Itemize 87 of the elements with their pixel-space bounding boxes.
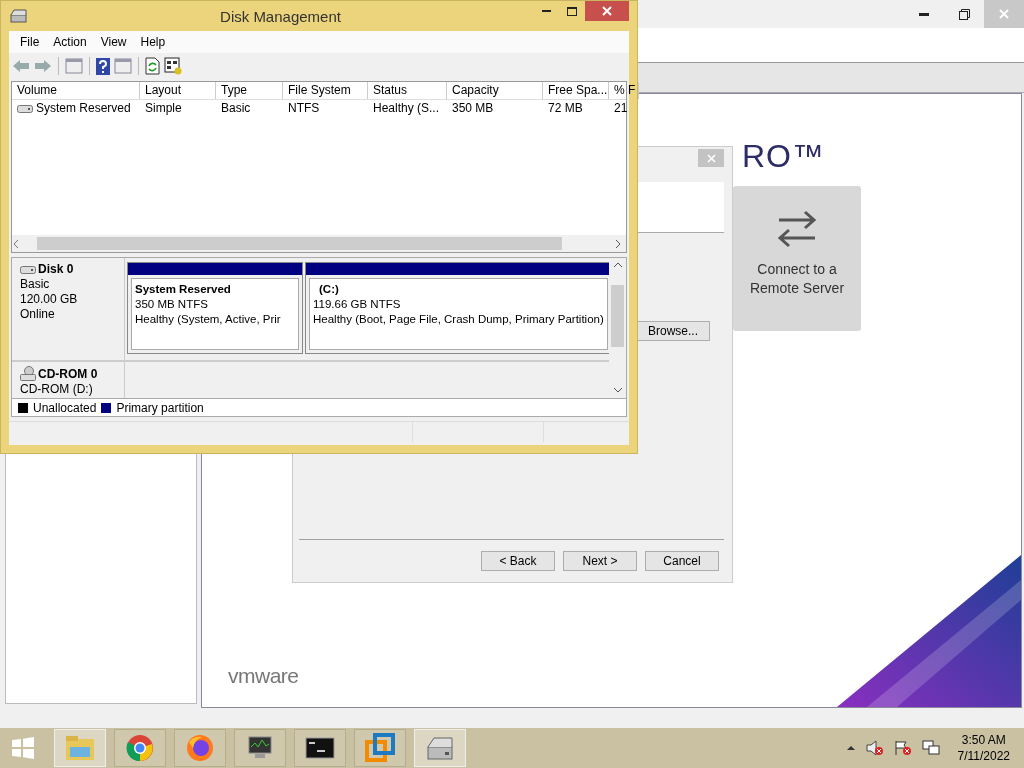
column-header[interactable]: Capacity bbox=[447, 82, 543, 99]
brand-logo: vmware bbox=[228, 664, 299, 688]
product-logo: RO™ bbox=[742, 138, 825, 175]
wizard-button[interactable]: < Back bbox=[481, 551, 555, 571]
disk-name: CD-ROM 0 bbox=[38, 366, 98, 382]
show-hidden-icons[interactable] bbox=[845, 745, 856, 751]
restore-icon bbox=[958, 8, 970, 20]
table-cell: Healthy (S... bbox=[373, 100, 440, 117]
column-header[interactable]: Layout bbox=[140, 82, 216, 99]
horizontal-scrollbar[interactable] bbox=[12, 235, 626, 252]
properties-icon[interactable] bbox=[164, 57, 182, 75]
legend-label: Unallocated bbox=[33, 400, 97, 415]
close-button[interactable] bbox=[585, 1, 629, 21]
table-cell: Simple bbox=[145, 100, 182, 117]
clock-date: 7/11/2022 bbox=[957, 748, 1010, 764]
partition-block[interactable]: System Reserved 350 MB NTFS Healthy (System, Active, Prir bbox=[127, 262, 303, 354]
swap-arrows-icon bbox=[777, 208, 817, 248]
window-title: Disk Management bbox=[219, 7, 342, 25]
table-cell: 72 MB bbox=[548, 100, 583, 117]
app-icon bbox=[10, 8, 28, 24]
disk-info: Basic bbox=[20, 277, 51, 292]
menu-item[interactable]: View bbox=[93, 35, 134, 49]
clock-time: 3:50 AM bbox=[960, 732, 1007, 748]
maximize-icon bbox=[567, 6, 577, 16]
column-header[interactable]: Volume bbox=[12, 82, 140, 99]
overlapping-squares-icon[interactable] bbox=[365, 733, 395, 763]
flag-icon[interactable] bbox=[893, 740, 912, 756]
column-header[interactable]: % F bbox=[609, 82, 639, 99]
scroll-up-icon[interactable] bbox=[612, 261, 623, 269]
scroll-down-icon[interactable] bbox=[612, 386, 623, 394]
forward-arrow-icon[interactable] bbox=[34, 59, 52, 73]
scroll-right-icon[interactable] bbox=[614, 238, 622, 249]
close-icon bbox=[602, 6, 612, 16]
wizard-button[interactable]: Next > bbox=[563, 551, 637, 571]
browse-button[interactable]: Browse... bbox=[636, 321, 710, 341]
column-header[interactable]: Type bbox=[216, 82, 283, 99]
menu-item[interactable]: File bbox=[13, 35, 47, 49]
scroll-thumb[interactable] bbox=[37, 237, 562, 250]
table-cell: Basic bbox=[221, 100, 251, 117]
legend-label: Primary partition bbox=[116, 400, 204, 415]
partition-name: (C:) bbox=[318, 282, 340, 297]
disk-drive-icon[interactable] bbox=[425, 735, 455, 761]
speaker-muted-icon[interactable] bbox=[865, 740, 884, 756]
table-cell: 350 MB bbox=[452, 100, 494, 117]
console-icon[interactable] bbox=[305, 737, 335, 759]
table-cell: 21 bbox=[614, 100, 628, 117]
chrome-icon[interactable] bbox=[126, 734, 154, 762]
firefox-icon[interactable] bbox=[186, 734, 214, 762]
panel-icon[interactable] bbox=[65, 58, 83, 74]
refresh-icon[interactable] bbox=[145, 57, 160, 75]
table-cell: NTFS bbox=[288, 100, 320, 117]
close-icon bbox=[706, 153, 716, 163]
back-arrow-icon[interactable] bbox=[12, 59, 30, 73]
scroll-thumb[interactable] bbox=[611, 285, 624, 347]
wizard-button[interactable]: Cancel bbox=[645, 551, 719, 571]
disk-info: CD-ROM (D:) bbox=[20, 382, 94, 397]
monitor-icon[interactable] bbox=[246, 735, 274, 761]
menu-item[interactable]: Action bbox=[46, 35, 94, 49]
column-header[interactable]: Free Spa... bbox=[543, 82, 609, 99]
disk-info: 120.00 GB bbox=[20, 292, 79, 307]
menu-item[interactable]: Help bbox=[133, 35, 173, 49]
minimize-icon bbox=[919, 12, 929, 16]
disk-name: Disk 0 bbox=[38, 262, 74, 277]
windows-logo-icon bbox=[11, 736, 35, 760]
help-icon[interactable] bbox=[96, 57, 110, 75]
drive-icon bbox=[17, 103, 33, 114]
network-icon[interactable] bbox=[921, 740, 940, 756]
minimize-icon bbox=[541, 10, 551, 12]
partition-status: Healthy (Boot, Page File, Crash Dump, Primary Partition) bbox=[313, 312, 604, 327]
table-cell: System Reserved bbox=[36, 100, 131, 117]
cd-drive-icon bbox=[20, 366, 36, 382]
partition-block[interactable]: (C:) 119.66 GB NTFS Healthy (Boot, Page File, Crash Dump, Primary Partition) bbox=[305, 262, 609, 354]
close-icon bbox=[999, 9, 1009, 19]
column-header[interactable]: Status bbox=[368, 82, 447, 99]
card-label: Connect to a Remote Server bbox=[748, 260, 846, 298]
partition-status: Healthy (System, Active, Prir bbox=[135, 312, 282, 327]
taskbar-button[interactable] bbox=[294, 729, 346, 767]
scroll-left-icon[interactable] bbox=[12, 238, 20, 249]
clock[interactable]: 3:50 AM 7/11/2022 bbox=[957, 732, 1010, 764]
partition-size: 350 MB NTFS bbox=[135, 297, 209, 312]
partition-size: 119.66 GB NTFS bbox=[313, 297, 402, 312]
connect-card[interactable]: Connect to a Remote Server bbox=[733, 186, 861, 331]
disk-info: Online bbox=[20, 307, 56, 322]
column-header[interactable]: File System bbox=[283, 82, 368, 99]
taskbar-button[interactable] bbox=[234, 729, 286, 767]
vertical-scrollbar[interactable] bbox=[609, 258, 626, 398]
partition-name: System Reserved bbox=[135, 282, 232, 297]
